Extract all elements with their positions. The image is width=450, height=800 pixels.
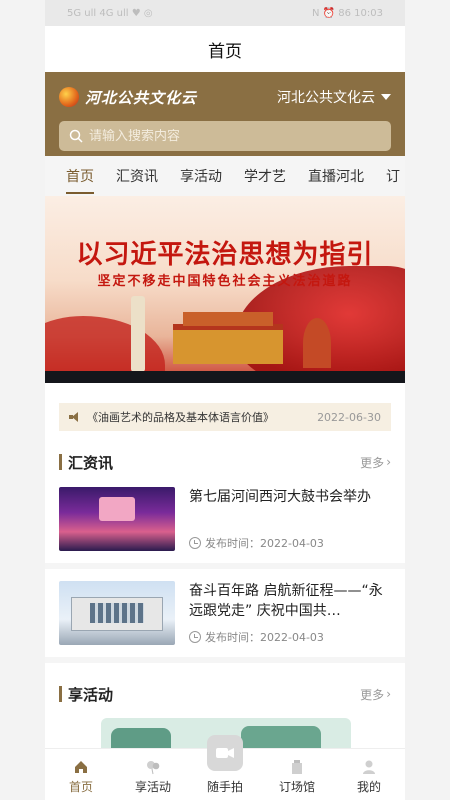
news-item[interactable]: 奋斗百年路 启航新征程——“永远跟党走” 庆祝中国共… 发布时间：2022-04… — [45, 569, 405, 657]
tabbar-snapshot-label: 随手拍 — [206, 780, 243, 794]
search-icon — [69, 129, 83, 143]
person-icon — [363, 760, 375, 774]
backdrop-left — [0, 0, 45, 800]
brand-logo: 河北公共文化云 — [59, 87, 197, 108]
section-accent-bar — [59, 686, 62, 702]
camera-icon — [216, 748, 234, 758]
divider — [45, 657, 405, 663]
backdrop-right — [405, 0, 450, 800]
tabbar-venues[interactable]: 订场馆 — [261, 749, 333, 800]
news-time: 发布时间：2022-04-03 — [205, 631, 324, 644]
bottom-tab-bar: 首页 享活动 随手拍 订场馆 我的 — [45, 735, 405, 800]
region-selector[interactable]: 河北公共文化云 — [277, 87, 391, 107]
region-label: 河北公共文化云 — [277, 90, 375, 106]
tabbar-profile-label: 我的 — [356, 780, 381, 794]
tabbar-home[interactable]: 首页 — [45, 749, 117, 800]
tab-news[interactable]: 汇资讯 — [105, 156, 169, 196]
banner-subline: 坚定不移走中国特色社会主义法治道路 — [97, 274, 353, 289]
tabbar-activities-label: 享活动 — [134, 780, 171, 794]
caret-down-icon — [381, 94, 391, 100]
balloon-icon — [147, 761, 160, 775]
news-more-label: 更多 — [360, 455, 385, 470]
status-left: 5G ull 4G ull ♥ ◎ — [67, 7, 153, 19]
phone-screen: 5G ull 4G ull ♥ ◎ N ⏰ 86 10:03 首页 河北公共文化… — [45, 0, 405, 800]
tab-live[interactable]: 直播河北 — [297, 156, 375, 196]
tabbar-snapshot[interactable]: 随手拍 — [189, 735, 261, 800]
clock-icon — [189, 631, 201, 643]
activity-section-header: 享活动 更多 › — [45, 681, 405, 707]
category-tabs: 首页 汇资讯 享活动 学才艺 直播河北 订 — [45, 156, 405, 196]
logo-text: 河北公共文化云 — [85, 88, 198, 107]
news-item[interactable]: 第七届河间西河大鼓书会举办 发布时间：2022-04-03 — [45, 475, 405, 563]
notice-bar[interactable]: 《油画艺术的品格及基本体语言价值》 2022-06-30 — [59, 403, 391, 431]
banner-temple-graphic — [303, 318, 331, 368]
activity-section-title: 享活动 — [68, 685, 114, 704]
activity-more-label: 更多 — [360, 687, 385, 702]
tab-home[interactable]: 首页 — [55, 156, 105, 196]
search-input[interactable] — [89, 128, 369, 144]
status-right: N ⏰ 86 10:03 — [311, 7, 383, 19]
chevron-right-icon: › — [386, 687, 391, 701]
tabbar-home-label: 首页 — [68, 780, 93, 794]
news-section-title: 汇资讯 — [68, 453, 114, 472]
camera-button[interactable] — [207, 735, 243, 771]
tab-booking[interactable]: 订 — [375, 156, 405, 196]
news-thumbnail — [59, 487, 175, 551]
news-thumbnail — [59, 581, 175, 645]
tabbar-venues-label: 订场馆 — [278, 780, 315, 794]
notice-date: 2022-06-30 — [317, 410, 381, 424]
tabbar-activities[interactable]: 享活动 — [117, 749, 189, 800]
home-icon — [75, 761, 87, 773]
page-title: 首页 — [45, 26, 405, 72]
logo-icon — [59, 87, 79, 107]
banner-tiananmen-graphic — [173, 312, 283, 364]
brand-header: 河北公共文化云 河北公共文化云 — [45, 72, 405, 156]
notice-text: 《油画艺术的品格及基本体语言价值》 — [87, 411, 274, 424]
banner-base — [45, 371, 405, 383]
tab-activities[interactable]: 享活动 — [169, 156, 233, 196]
hero-banner[interactable]: 以习近平法治思想为指引 坚定不移走中国特色社会主义法治道路 — [45, 196, 405, 383]
tabbar-profile[interactable]: 我的 — [333, 749, 405, 800]
tab-arts[interactable]: 学才艺 — [233, 156, 297, 196]
speaker-icon — [69, 412, 81, 422]
building-icon — [292, 760, 302, 774]
chevron-right-icon: › — [386, 455, 391, 469]
banner-headline: 以习近平法治思想为指引 — [76, 240, 374, 270]
clock-icon — [189, 537, 201, 549]
activity-more-link[interactable]: 更多 › — [360, 686, 391, 703]
news-title: 奋斗百年路 启航新征程——“永远跟党走” 庆祝中国共… — [189, 583, 383, 619]
news-section-header: 汇资讯 更多 › — [45, 449, 405, 475]
news-more-link[interactable]: 更多 › — [360, 454, 391, 471]
banner-pillar-graphic — [131, 296, 145, 372]
news-title: 第七届河间西河大鼓书会举办 — [189, 489, 371, 505]
status-bar: 5G ull 4G ull ♥ ◎ N ⏰ 86 10:03 — [45, 0, 405, 26]
news-time: 发布时间：2022-04-03 — [205, 537, 324, 550]
section-accent-bar — [59, 454, 62, 470]
search-bar[interactable] — [59, 121, 391, 151]
